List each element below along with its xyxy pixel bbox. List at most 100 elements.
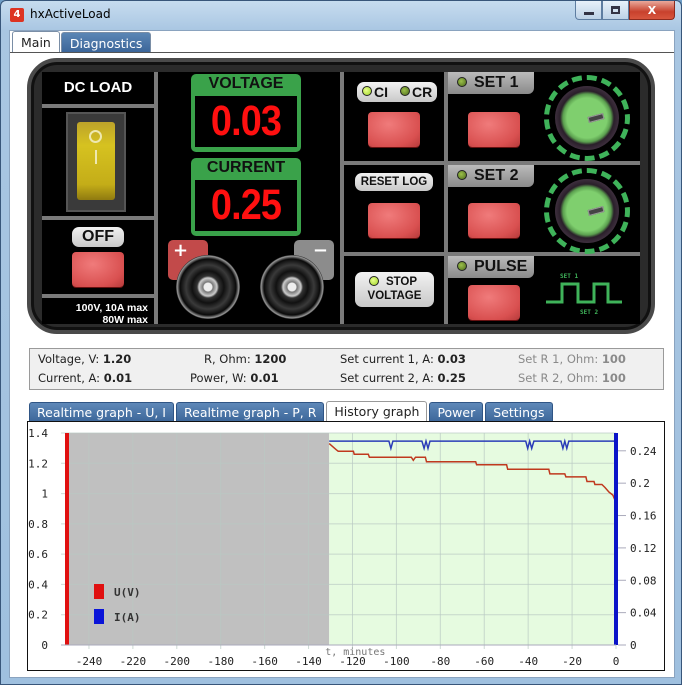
cr-label: CR xyxy=(412,84,433,100)
main-tab-bar: Main Diagnostics xyxy=(12,31,152,53)
divider xyxy=(42,216,154,220)
plus-icon: + xyxy=(173,240,189,261)
graph-tab-bar: Realtime graph - U, I Realtime graph - P… xyxy=(29,401,555,422)
legend-label-i: I(A) xyxy=(114,611,141,624)
data-region xyxy=(329,433,616,645)
window-title: hxActiveLoad xyxy=(30,7,111,21)
x-tick-label: -220 xyxy=(120,655,147,668)
client-area: Main Diagnostics DC LOAD OFF 100V, 10A m… xyxy=(9,30,675,678)
divider xyxy=(42,104,154,108)
stop-voltage-line-1: STOP xyxy=(385,276,418,288)
x-tick-label: -80 xyxy=(430,655,450,668)
title-bar[interactable]: 4 hxActiveLoad X xyxy=(1,1,681,29)
set1-label: SET 1 xyxy=(448,72,534,94)
tab-history-graph[interactable]: History graph xyxy=(326,401,428,422)
y-right-tick-label: 0 xyxy=(630,639,637,652)
pulse-label: PULSE xyxy=(448,256,534,278)
spec-line-1: 100V, 10A max xyxy=(75,302,148,314)
voltage-reading-value: 1.20 xyxy=(102,352,132,366)
reset-log-label: RESET LOG xyxy=(355,173,433,191)
x-tick-label: -100 xyxy=(383,655,410,668)
pulse-waveform-icon: SET 1 SET 2 xyxy=(546,273,622,316)
main-tab-content: DC LOAD OFF 100V, 10A max 80W max VOLTAG… xyxy=(10,52,674,678)
set2-led-icon xyxy=(457,170,467,180)
divider xyxy=(42,294,154,298)
set-r1-label: Set R 1, Ohm: xyxy=(518,352,599,366)
y-left-tick-label: 0.2 xyxy=(28,609,48,622)
minus-icon: − xyxy=(312,240,328,261)
mode-indicator: CI CR xyxy=(357,82,437,102)
y-right-tick-label: 0.12 xyxy=(630,542,657,555)
divider xyxy=(340,72,344,324)
history-chart: -240 -220 -200 -180 -160 -140 -120 -100 -80 -60 -4… xyxy=(27,421,665,671)
voltage-display: 0.03 xyxy=(210,97,282,145)
tab-main[interactable]: Main xyxy=(12,31,60,53)
off-button[interactable] xyxy=(72,252,124,287)
panel-title: DC LOAD xyxy=(63,79,133,96)
tab-diagnostics[interactable]: Diagnostics xyxy=(60,32,152,53)
voltage-meter: VOLTAGE 0.03 xyxy=(191,74,301,152)
ci-led-icon xyxy=(362,86,372,96)
stop-voltage-line-2: VOLTAGE xyxy=(367,290,422,302)
spec-line-2: 80W max xyxy=(102,314,148,326)
y-right-tick-label: 0.16 xyxy=(630,510,657,523)
voltage-label: VOLTAGE xyxy=(208,75,284,92)
set1-button[interactable] xyxy=(468,112,520,147)
maximize-button[interactable] xyxy=(602,1,629,20)
tab-settings[interactable]: Settings xyxy=(485,402,553,422)
history-chart-svg: -240 -220 -200 -180 -160 -140 -120 -100 -80 -60 -4… xyxy=(28,427,657,668)
x-tick-label: -240 xyxy=(76,655,103,668)
set1-text: SET 1 xyxy=(474,74,519,91)
right-axis-bar xyxy=(614,433,618,645)
x-tick-label: -60 xyxy=(474,655,494,668)
readings-panel: Voltage, V: 1.20 Current, A: 0.01 R, Ohm… xyxy=(29,348,664,390)
y-right-tick-label: 0.08 xyxy=(630,574,657,587)
set-r1-value: 100 xyxy=(601,352,626,366)
set-r2-label: Set R 2, Ohm: xyxy=(518,371,599,385)
reset-log-button[interactable] xyxy=(368,203,420,238)
no-data-region xyxy=(67,433,330,645)
set2-button[interactable] xyxy=(468,203,520,238)
pulse-led-icon xyxy=(457,261,467,271)
power-reading-value: 0.01 xyxy=(250,371,279,385)
rocker-switch-icon xyxy=(77,122,115,200)
cr-led-icon xyxy=(400,86,410,96)
y-left-tick-label: 0.4 xyxy=(28,578,48,591)
power-reading-label: Power, W: xyxy=(190,371,247,385)
left-axis-bar xyxy=(65,433,69,645)
y-left-tick-label: 1.2 xyxy=(28,457,48,470)
y-left-tick-label: 0 xyxy=(41,639,48,652)
mode-button[interactable] xyxy=(368,112,420,147)
set1-knob[interactable] xyxy=(544,75,630,161)
set2-knob[interactable] xyxy=(544,168,630,254)
x-tick-label: -160 xyxy=(251,655,278,668)
x-tick-label: -200 xyxy=(164,655,191,668)
minimize-button[interactable] xyxy=(575,1,602,20)
set-r2-value: 100 xyxy=(601,371,626,385)
close-button[interactable]: X xyxy=(629,1,675,20)
positive-terminal[interactable] xyxy=(176,255,240,319)
current-meter: CURRENT 0.25 xyxy=(191,158,301,236)
resistance-reading-label: R, Ohm: xyxy=(204,352,251,366)
set-current1-value: 0.03 xyxy=(437,352,466,366)
x-tick-label: 0 xyxy=(613,655,620,668)
x-axis-label: t, minutes xyxy=(325,647,385,658)
stop-voltage-button[interactable]: STOP VOLTAGE xyxy=(355,272,434,307)
resistance-reading-value: 1200 xyxy=(254,352,287,366)
set-current2-value: 0.25 xyxy=(437,371,466,385)
stop-voltage-led-icon xyxy=(369,276,379,286)
power-switch[interactable] xyxy=(66,112,126,212)
tab-realtime-ui[interactable]: Realtime graph - U, I xyxy=(29,402,174,422)
current-label: CURRENT xyxy=(206,159,286,176)
power-i-icon xyxy=(95,150,97,164)
tab-realtime-pr[interactable]: Realtime graph - P, R xyxy=(176,402,325,422)
set2-label: SET 2 xyxy=(448,165,534,187)
pulse-button[interactable] xyxy=(468,285,520,320)
x-tick-label: -140 xyxy=(295,655,322,668)
app-window: 4 hxActiveLoad X Main Diagnostics DC LOA… xyxy=(0,0,682,685)
tab-power[interactable]: Power xyxy=(429,402,484,422)
set1-led-icon xyxy=(457,77,467,87)
negative-terminal[interactable] xyxy=(260,255,324,319)
dc-load-panel: DC LOAD OFF 100V, 10A max 80W max VOLTAG… xyxy=(27,58,655,334)
app-logo-icon: 4 xyxy=(10,8,24,22)
